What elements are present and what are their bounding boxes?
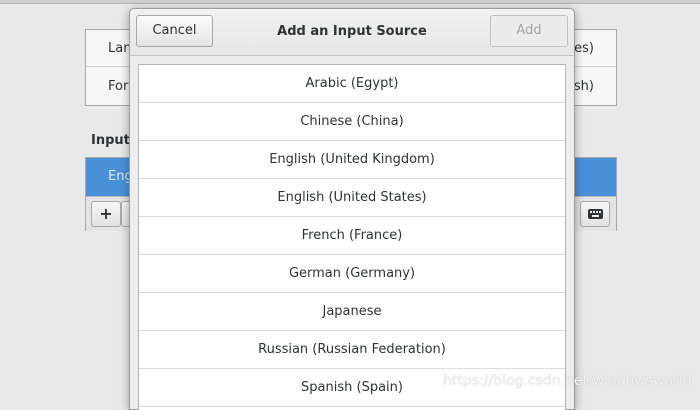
- list-item-arabic-egypt[interactable]: Arabic (Egypt): [139, 65, 565, 103]
- input-source-list[interactable]: Arabic (Egypt) Chinese (China) English (…: [138, 64, 566, 410]
- list-item-english-us[interactable]: English (United States): [139, 179, 565, 217]
- dialog-title: Add an Input Source: [277, 24, 427, 39]
- dialog-header: Cancel Add an Input Source Add: [130, 9, 574, 56]
- list-item-german-germany[interactable]: German (Germany): [139, 255, 565, 293]
- cancel-button[interactable]: Cancel: [136, 15, 213, 47]
- list-item-french-france[interactable]: French (France): [139, 217, 565, 255]
- watermark-text: https://blog.csdn.net/windowsworld: [443, 373, 692, 389]
- list-item-japanese[interactable]: Japanese: [139, 293, 565, 331]
- list-item-russian[interactable]: Russian (Russian Federation): [139, 331, 565, 369]
- add-button[interactable]: Add: [490, 15, 568, 47]
- add-input-source-dialog: Cancel Add an Input Source Add Arabic (E…: [129, 8, 575, 410]
- list-item-chinese-china[interactable]: Chinese (China): [139, 103, 565, 141]
- list-item-english-uk[interactable]: English (United Kingdom): [139, 141, 565, 179]
